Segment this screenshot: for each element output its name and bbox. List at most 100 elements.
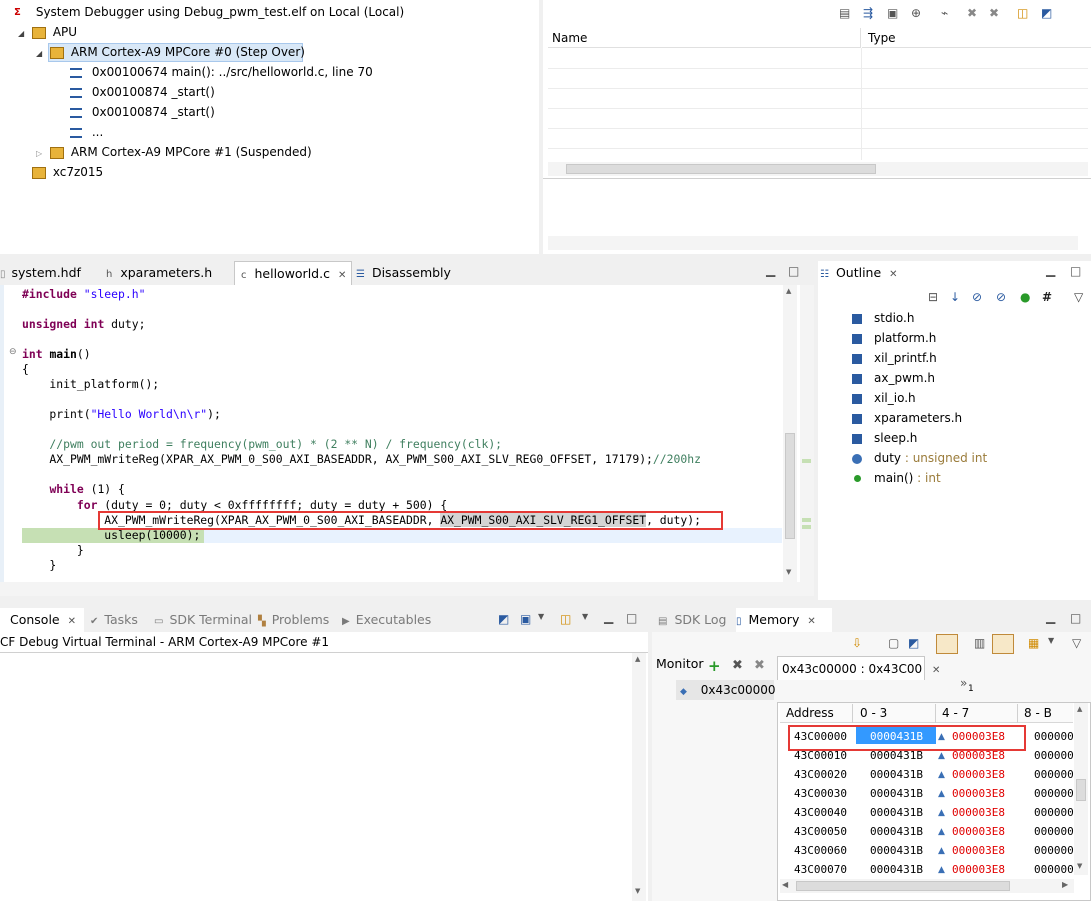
minimize-icon[interactable]: ▁ xyxy=(766,263,775,277)
dropdown-arrow-icon[interactable]: ▼ xyxy=(582,612,588,621)
stack-frame-row[interactable]: 0x00100874 _start() xyxy=(70,82,215,102)
memory-hscrollbar[interactable]: ◀ ▶ xyxy=(780,879,1074,893)
tab-system-hdf[interactable]: ▯ system.hdf xyxy=(0,261,100,285)
memory-value-cell[interactable]: 000000 xyxy=(1034,765,1074,784)
scroll-thumb[interactable] xyxy=(796,881,1010,891)
dropdown-arrow-icon[interactable]: ▼ xyxy=(538,612,544,621)
memory-value-cell[interactable]: 000000 xyxy=(1034,784,1074,803)
minimize-icon[interactable]: ▁ xyxy=(1046,610,1055,624)
tab-sdk-terminal[interactable]: ▭ SDK Terminal xyxy=(154,608,252,632)
collapse-all-icon[interactable]: ▤ xyxy=(839,6,850,20)
stack-frame-row[interactable]: ... xyxy=(70,122,103,142)
pin-icon[interactable]: ◩ xyxy=(908,636,919,650)
pin-icon[interactable]: ◩ xyxy=(1041,6,1052,20)
tab-tasks[interactable]: ✔ Tasks xyxy=(90,608,154,632)
hide-fields-icon[interactable]: ⊘ xyxy=(972,290,982,304)
close-icon[interactable]: ✕ xyxy=(68,616,76,627)
memory-address-cell[interactable]: 43C00050 xyxy=(794,822,847,841)
console-vscrollbar[interactable]: ▲ ▼ xyxy=(632,653,646,901)
remove-selected-icon[interactable]: ✖ xyxy=(967,6,977,20)
group-includes-icon[interactable]: # xyxy=(1042,290,1052,304)
close-icon[interactable]: ✕ xyxy=(338,270,346,281)
rendering-tab[interactable]: 0x43c00000 : 0x43C00 ✕ xyxy=(777,656,940,680)
outline-item[interactable]: stdio.h xyxy=(852,308,914,328)
new-view-icon[interactable]: ◫ xyxy=(1017,6,1028,20)
import-icon[interactable]: ⇩ xyxy=(852,636,862,650)
scroll-down-icon[interactable]: ▼ xyxy=(786,568,791,576)
maximize-icon[interactable]: □ xyxy=(1070,611,1081,625)
maximize-icon[interactable]: □ xyxy=(1070,264,1081,278)
memory-address-cell[interactable]: 43C00060 xyxy=(794,841,847,860)
scroll-left-icon[interactable]: ◀ xyxy=(782,880,788,889)
maximize-icon[interactable]: □ xyxy=(626,611,637,625)
memory-address-cell[interactable]: 43C00040 xyxy=(794,803,847,822)
memory-address-cell[interactable]: 43C00070 xyxy=(794,860,847,879)
detail-hscrollbar[interactable] xyxy=(548,236,1078,250)
minimize-icon[interactable]: ▁ xyxy=(1046,263,1055,277)
memory-vscrollbar[interactable]: ▲ ▼ xyxy=(1074,703,1088,875)
debug-session-row[interactable]: Σ System Debugger using Debug_pwm_test.e… xyxy=(14,2,404,22)
code-editor[interactable]: #include "sleep.h" unsigned int duty; ⊖ … xyxy=(0,285,800,582)
memory-value-cell[interactable]: 000000 xyxy=(1034,822,1074,841)
close-icon[interactable]: ✕ xyxy=(932,665,940,676)
expand-arrow-icon[interactable]: ◢ xyxy=(18,29,24,38)
dropdown-arrow-icon[interactable]: ▼ xyxy=(1048,636,1054,645)
memory-value-cell[interactable]: 000000 xyxy=(1034,803,1074,822)
memory-value-cell[interactable]: 0000431B xyxy=(870,727,923,746)
memory-value-cell[interactable]: 0000431B xyxy=(870,822,923,841)
scroll-thumb[interactable] xyxy=(1076,779,1086,801)
add-monitor-icon[interactable]: + xyxy=(708,657,721,675)
scroll-thumb[interactable] xyxy=(566,164,876,174)
tab-xparameters[interactable]: h xparameters.h xyxy=(106,261,232,285)
memory-value-cell[interactable]: 000003E8 xyxy=(952,860,1005,879)
tab-memory[interactable]: ▯ Memory ✕ xyxy=(736,608,832,632)
outline-item[interactable]: platform.h xyxy=(852,328,936,348)
hide-non-public-icon[interactable]: ⊘ xyxy=(996,290,1006,304)
maximize-icon[interactable]: □ xyxy=(788,264,799,278)
close-icon[interactable]: ✕ xyxy=(889,269,897,280)
scroll-up-icon[interactable]: ▲ xyxy=(635,655,640,663)
outline-item[interactable]: xil_io.h xyxy=(852,388,916,408)
tab-outline[interactable]: ☷ Outline ✕ xyxy=(820,261,910,285)
open-console-icon[interactable]: ◫ xyxy=(560,612,571,626)
collapse-arrow-icon[interactable]: ▷ xyxy=(36,149,42,158)
show-type-icon[interactable]: ⇶ xyxy=(863,6,873,20)
expand-arrow-icon[interactable]: ◢ xyxy=(36,49,42,58)
view-menu-icon[interactable]: ▽ xyxy=(1074,290,1083,304)
outline-item[interactable]: ax_pwm.h xyxy=(852,368,935,388)
memory-value-cell[interactable]: 0000431B xyxy=(870,803,923,822)
scroll-down-icon[interactable]: ▼ xyxy=(1077,862,1082,870)
tab-problems[interactable]: ▚ Problems xyxy=(258,608,340,632)
outline-item[interactable]: xparameters.h xyxy=(852,408,962,428)
memory-value-cell[interactable]: 000003E8 xyxy=(952,803,1005,822)
memory-value-cell[interactable]: 000003E8 xyxy=(952,765,1005,784)
sort-icon[interactable]: ↓ xyxy=(950,290,960,304)
sync-button[interactable] xyxy=(992,634,1014,654)
minimize-icon[interactable]: ▁ xyxy=(604,610,613,624)
outline-item[interactable]: sleep.h xyxy=(852,428,917,448)
toggle-split-icon[interactable]: ▥ xyxy=(974,636,985,650)
memory-value-cell[interactable]: 000000 xyxy=(1034,727,1074,746)
editor-vscrollbar[interactable]: ▲ ▼ xyxy=(783,285,797,582)
tab-executables[interactable]: ▶ Executables xyxy=(342,608,438,632)
outline-item[interactable]: xil_printf.h xyxy=(852,348,937,368)
layout-icon[interactable]: ▣ xyxy=(887,6,898,20)
memory-value-cell[interactable]: 0000431B xyxy=(870,841,923,860)
view-menu-icon[interactable]: ▽ xyxy=(1072,636,1081,650)
memory-value-cell[interactable]: 000003E8 xyxy=(952,841,1005,860)
remove-all-icon[interactable]: ✖ xyxy=(989,6,999,20)
remove-all-monitors-icon[interactable]: ✖ xyxy=(754,658,765,673)
stack-frame-row[interactable]: 0x00100874 _start() xyxy=(70,102,215,122)
scroll-up-icon[interactable]: ▲ xyxy=(786,287,791,295)
stack-frame-row[interactable]: 0x00100674 main(): ../src/helloworld.c, … xyxy=(70,62,373,82)
fold-icon[interactable]: ⊖ xyxy=(9,347,17,357)
monitor-item[interactable]: ◆ 0x43c00000 xyxy=(676,680,776,700)
memory-value-cell[interactable]: 000000 xyxy=(1034,860,1074,879)
memory-value-cell[interactable]: 000000 xyxy=(1034,746,1074,765)
memory-address-cell[interactable]: 43C00030 xyxy=(794,784,847,803)
variables-hscrollbar[interactable] xyxy=(548,162,1088,176)
add-watch-icon[interactable]: ⊕ xyxy=(911,6,921,20)
remove-icon[interactable]: ⌁ xyxy=(941,6,948,20)
hide-static-icon[interactable]: ● xyxy=(1020,290,1030,304)
memory-value-cell[interactable]: 000003E8 xyxy=(952,822,1005,841)
